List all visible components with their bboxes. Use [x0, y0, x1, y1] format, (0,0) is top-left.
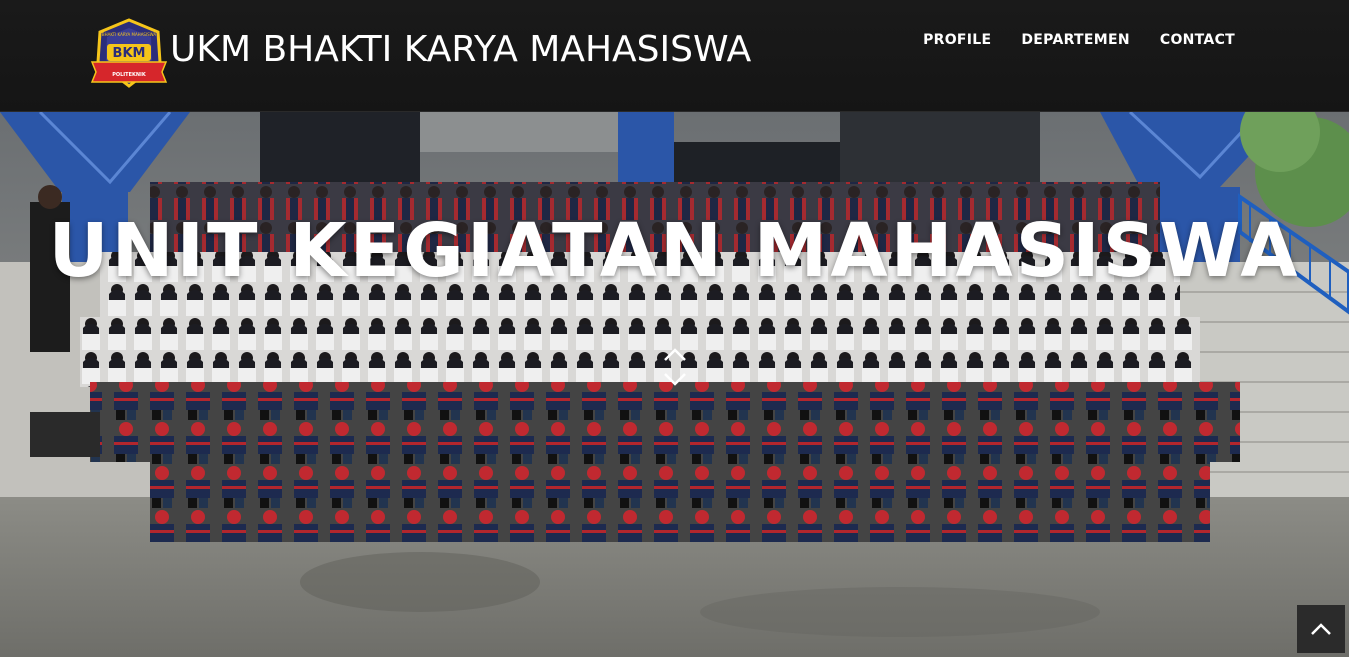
- main-nav: PROFILE DEPARTEMEN CONTACT: [923, 32, 1235, 48]
- scroll-down-icon[interactable]: [660, 344, 690, 390]
- navbar: BKM BHAKTI KARYA MAHASISWA POLITEKNIK UK…: [0, 0, 1349, 112]
- back-to-top-button[interactable]: [1297, 605, 1345, 653]
- nav-contact-link[interactable]: CONTACT: [1160, 32, 1235, 48]
- logo-arc-text: BHAKTI KARYA MAHASISWA: [102, 32, 157, 37]
- logo-bkm-text: BKM: [113, 46, 146, 61]
- hero-section: UNIT KEGIATAN MAHASISWA: [0, 112, 1349, 657]
- nav-departemen-link[interactable]: DEPARTEMEN: [1021, 32, 1129, 48]
- brand-title[interactable]: UKM BHAKTI KARYA MAHASISWA: [170, 29, 751, 70]
- brand[interactable]: BKM BHAKTI KARYA MAHASISWA POLITEKNIK UK…: [88, 18, 751, 90]
- hero-title: UNIT KEGIATAN MAHASISWA: [48, 208, 1301, 294]
- nav-profile-link[interactable]: PROFILE: [923, 32, 991, 48]
- logo-sub-text: POLITEKNIK: [112, 72, 147, 78]
- chevron-up-icon: [1311, 623, 1331, 635]
- bkm-logo[interactable]: BKM BHAKTI KARYA MAHASISWA POLITEKNIK: [88, 18, 170, 90]
